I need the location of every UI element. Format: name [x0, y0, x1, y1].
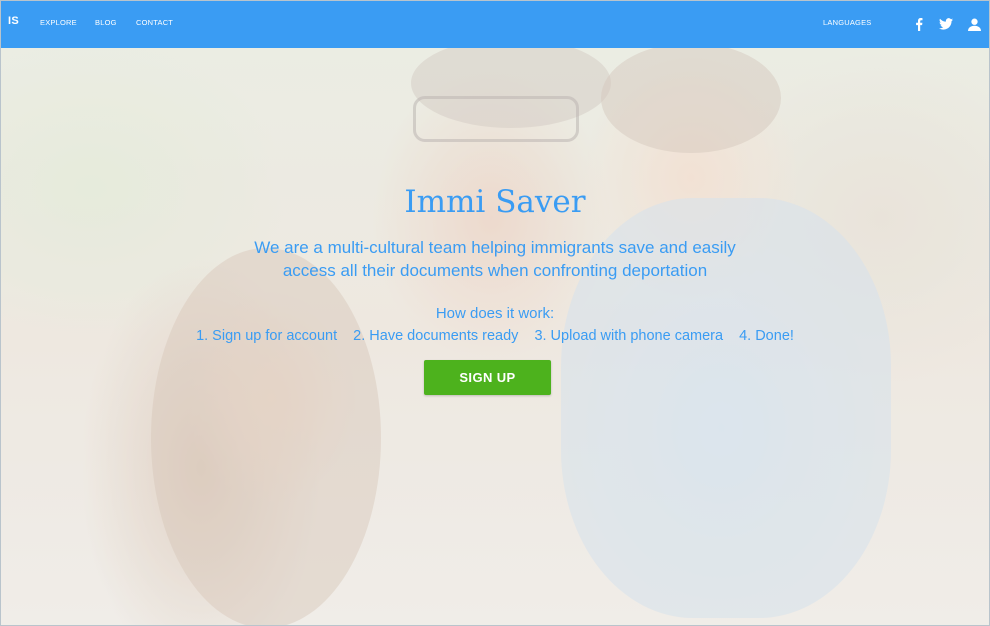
- step-item: 2. Have documents ready: [353, 328, 519, 344]
- sign-up-button[interactable]: SIGN UP: [424, 360, 551, 395]
- how-it-works-steps: 1. Sign up for account 2. Have documents…: [1, 328, 989, 344]
- step-item: 4. Done!: [739, 328, 794, 344]
- hero-section: Immi Saver We are a multi-cultural team …: [1, 48, 989, 625]
- brand-logo[interactable]: IS: [8, 15, 19, 27]
- facebook-icon[interactable]: [908, 14, 930, 34]
- page-frame: IS EXPLORE BLOG CONTACT LANGUAGES Immi S…: [0, 0, 990, 626]
- hero-description-line: access all their documents when confront…: [282, 261, 708, 280]
- user-icon[interactable]: [963, 14, 985, 34]
- top-navbar: IS EXPLORE BLOG CONTACT LANGUAGES: [1, 1, 989, 48]
- step-item: 1. Sign up for account: [196, 328, 338, 344]
- hero-description-line: We are a multi-cultural team helping imm…: [254, 238, 736, 257]
- nav-languages-link[interactable]: LANGUAGES: [823, 18, 871, 27]
- how-it-works-heading: How does it work:: [435, 305, 555, 322]
- nav-contact-link[interactable]: CONTACT: [136, 18, 173, 27]
- nav-blog-link[interactable]: BLOG: [95, 18, 117, 27]
- nav-explore-link[interactable]: EXPLORE: [40, 18, 77, 27]
- hero-description: We are a multi-cultural team helping imm…: [1, 236, 989, 282]
- twitter-icon[interactable]: [935, 14, 957, 34]
- hero-title: Immi Saver: [404, 184, 586, 220]
- step-item: 3. Upload with phone camera: [534, 328, 724, 344]
